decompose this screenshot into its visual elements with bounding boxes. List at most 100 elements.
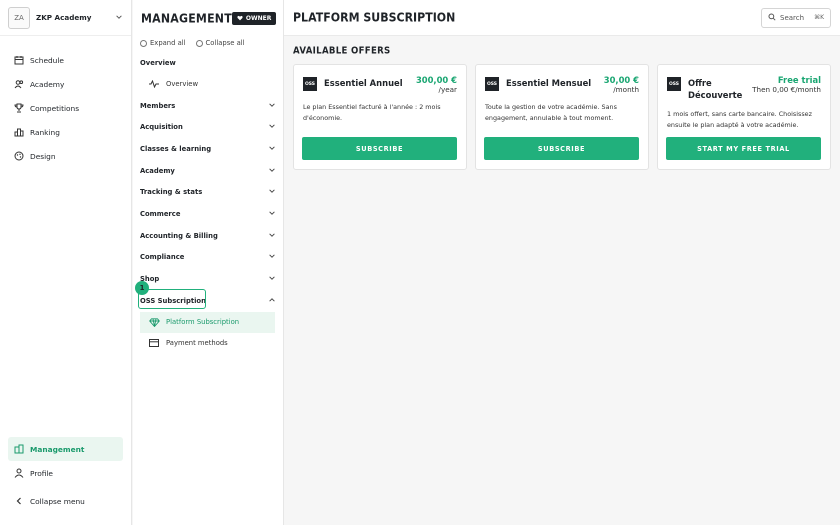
collapse-all-button[interactable]: Collapse all	[195, 39, 245, 47]
nav-competitions[interactable]: Competitions	[0, 96, 131, 120]
diamond-icon	[148, 317, 160, 327]
owner-badge: OWNER	[231, 11, 277, 25]
highlight-box: 1	[135, 280, 206, 309]
section-shop[interactable]: Shop	[133, 268, 283, 290]
section-commerce[interactable]: Commerce	[133, 203, 283, 225]
offer-price-value: 300,00 €	[415, 75, 457, 85]
nav-label: Academy	[30, 79, 65, 89]
panel-title: MANAGEMENT	[141, 10, 232, 26]
left-sidebar: ZA ZKP Academy Schedule Academy Competit…	[0, 0, 132, 525]
offers-list: OSS Essentiel Annuel 300,00 € /year Le p…	[284, 56, 840, 170]
expand-all-label: Expand all	[150, 39, 186, 47]
academy-switcher[interactable]: ZA ZKP Academy	[0, 0, 131, 36]
nav-design[interactable]: Design	[0, 144, 131, 168]
expand-all-button[interactable]: Expand all	[140, 39, 186, 47]
menu-item-payment-methods[interactable]: Payment methods	[140, 333, 275, 354]
menu-item-label: Overview	[166, 80, 198, 89]
menu-item-label: Platform Subscription	[166, 318, 240, 327]
offer-name: Offre Découverte	[688, 78, 743, 100]
menu-item-overview[interactable]: Overview	[140, 74, 275, 95]
chevron-left-icon	[14, 496, 24, 506]
nav-profile[interactable]: Profile	[0, 461, 131, 485]
section-accounting-billing[interactable]: Accounting & Billing	[133, 225, 283, 247]
building-icon	[14, 444, 24, 454]
chevron-down-icon	[268, 144, 276, 154]
menu-item-platform-subscription[interactable]: Platform Subscription	[140, 311, 275, 333]
ranking-icon	[14, 127, 24, 137]
chevron-down-icon	[268, 274, 276, 284]
academy-name: ZKP Academy	[36, 13, 92, 22]
chevron-down-icon	[268, 101, 276, 111]
offer-header: OSS Offre Découverte Free trial Then 0,0…	[667, 75, 821, 101]
chevron-down-icon	[268, 187, 276, 197]
offer-card: OSS Essentiel Mensuel 30,00 € /month Tou…	[475, 64, 649, 170]
activity-icon	[148, 80, 160, 89]
search-icon	[768, 12, 776, 23]
chevron-down-icon	[268, 209, 276, 219]
offer-header: OSS Essentiel Mensuel 30,00 € /month	[485, 75, 639, 94]
top-bar: PLATFORM SUBSCRIPTION Search ⌘K	[284, 0, 840, 36]
chevron-down-icon	[115, 13, 123, 23]
section-members[interactable]: Members	[133, 95, 283, 117]
nav-academy[interactable]: Academy	[0, 72, 131, 96]
section-classes-learning[interactable]: Classes & learning	[133, 138, 283, 160]
offer-price: Free trial Then 0,00 €/month	[752, 75, 821, 94]
nav-ranking[interactable]: Ranking	[0, 120, 131, 144]
palette-icon	[14, 151, 24, 161]
section-overview[interactable]: Overview	[133, 52, 283, 74]
user-icon	[14, 468, 24, 478]
step-badge: 1	[135, 280, 149, 295]
oss-logo: OSS	[485, 77, 499, 91]
nav-schedule[interactable]: Schedule	[0, 48, 131, 72]
chevron-down-icon	[268, 252, 276, 262]
owner-label: OWNER	[245, 14, 272, 22]
nav-label: Profile	[30, 468, 53, 478]
sections-list: Members Acquisition Classes & learning A…	[133, 95, 283, 290]
search-button[interactable]: Search ⌘K	[761, 7, 831, 28]
offer-price: 300,00 € /year	[416, 75, 457, 94]
offer-period: /month	[613, 85, 639, 94]
collapse-menu-button[interactable]: Collapse menu	[0, 489, 131, 513]
main-nav: Schedule Academy Competitions Ranking De…	[0, 36, 131, 168]
chevron-up-icon	[268, 296, 276, 306]
section-label: Classes & learning	[140, 144, 212, 153]
oss-logo: OSS	[667, 77, 681, 91]
section-label: Accounting & Billing	[140, 231, 218, 240]
expand-collapse-row: Expand all Collapse all	[133, 36, 283, 50]
main-content: PLATFORM SUBSCRIPTION Search ⌘K AVAILABL…	[284, 0, 840, 525]
management-panel: MANAGEMENT OWNER Expand all Collapse all…	[133, 0, 284, 525]
nav-label: Management	[30, 444, 85, 454]
section-academy[interactable]: Academy	[133, 160, 283, 182]
offer-price: 30,00 € /month	[604, 75, 639, 94]
section-label: Tracking & stats	[140, 188, 203, 197]
subscribe-button[interactable]: SUBSCRIBE	[302, 137, 457, 160]
section-label: Overview	[140, 58, 176, 67]
academy-avatar: ZA	[8, 6, 30, 29]
nav-label: Ranking	[30, 127, 60, 137]
offer-description: Toute la gestion de votre académie. Sans…	[485, 103, 617, 122]
section-compliance[interactable]: Compliance	[133, 247, 283, 269]
section-heading: AVAILABLE OFFERS	[293, 46, 391, 57]
section-label: Acquisition	[140, 123, 183, 132]
menu-item-label: Payment methods	[166, 339, 228, 348]
heart-icon	[237, 15, 243, 21]
nav-label: Design	[30, 151, 56, 161]
users-icon	[14, 79, 24, 89]
nav-label: Competitions	[30, 103, 80, 113]
panel-header: MANAGEMENT OWNER	[133, 0, 283, 36]
offer-price-value: Free trial	[777, 75, 821, 85]
offer-header: OSS Essentiel Annuel 300,00 € /year	[303, 75, 457, 94]
calendar-icon	[14, 55, 24, 65]
offer-description: 1 mois offert, sans carte bancaire. Choi…	[667, 110, 812, 129]
subscribe-button[interactable]: SUBSCRIBE	[484, 137, 639, 160]
offer-period: /year	[438, 85, 457, 94]
offer-card: OSS Essentiel Annuel 300,00 € /year Le p…	[293, 64, 467, 170]
offer-card: OSS Offre Découverte Free trial Then 0,0…	[657, 64, 831, 170]
nav-management[interactable]: Management	[8, 437, 123, 461]
nav-label: Schedule	[30, 55, 64, 65]
oss-section-wrap: 1 OSS Subscription	[133, 280, 283, 312]
section-acquisition[interactable]: Acquisition	[133, 116, 283, 138]
section-tracking-stats[interactable]: Tracking & stats	[133, 181, 283, 203]
expand-icon	[140, 39, 147, 47]
start-free-trial-button[interactable]: START MY FREE TRIAL	[666, 137, 821, 160]
